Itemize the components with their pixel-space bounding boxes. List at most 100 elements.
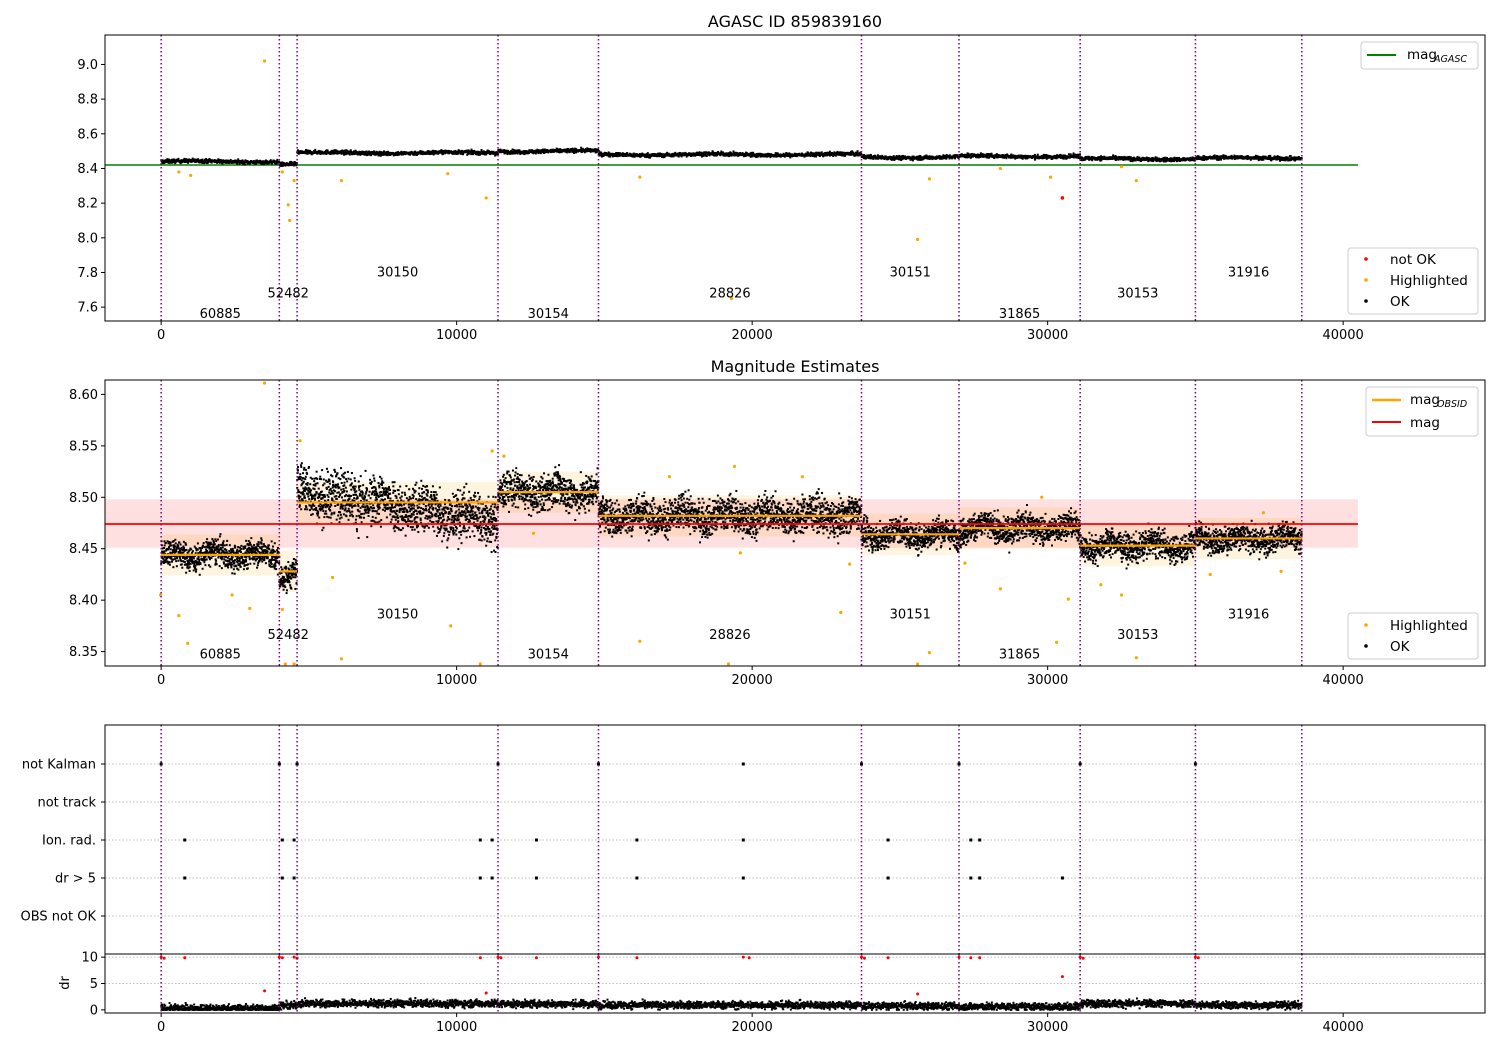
ok-point xyxy=(234,545,237,548)
ok-point xyxy=(171,560,174,563)
ok-point xyxy=(245,560,248,563)
ok-point xyxy=(204,564,207,567)
x-tick-label: 40000 xyxy=(1322,328,1363,343)
ok-point xyxy=(245,539,248,542)
ok-point xyxy=(212,541,215,544)
ok-point xyxy=(181,548,184,551)
panel1-title: AGASC ID 859839160 xyxy=(708,12,882,31)
ok-point xyxy=(333,149,336,152)
ok-point xyxy=(232,568,235,571)
ok-point xyxy=(240,544,243,547)
ok-point xyxy=(188,566,191,569)
highlighted-point xyxy=(484,196,488,200)
ok-point xyxy=(194,564,197,567)
ok-point xyxy=(226,539,229,542)
ok-point xyxy=(820,151,823,154)
ok-point xyxy=(221,546,224,549)
ok-point xyxy=(1036,153,1039,156)
ok-point xyxy=(496,153,499,156)
ok-point xyxy=(164,561,167,564)
ok-point xyxy=(233,559,236,562)
ok-point xyxy=(174,542,177,545)
highlighted-point xyxy=(262,59,267,63)
ok-point xyxy=(244,547,247,550)
ok-point xyxy=(217,543,220,546)
ok-point xyxy=(199,563,202,566)
highlighted-point xyxy=(1119,165,1124,169)
ok-point xyxy=(240,547,243,550)
ok-point xyxy=(180,560,183,563)
highlighted-point xyxy=(339,179,344,183)
obsid-label: 30151 xyxy=(890,265,931,280)
ok-point xyxy=(211,548,214,551)
ok-point xyxy=(203,561,206,564)
ok-point xyxy=(210,543,213,546)
ok-point xyxy=(237,568,240,571)
ok-point xyxy=(220,567,223,570)
highlighted-point xyxy=(177,170,181,174)
ok-point xyxy=(626,152,629,155)
ok-point xyxy=(222,540,225,543)
y-tick-label: 8.4 xyxy=(77,162,98,177)
ok-point xyxy=(216,538,219,541)
ok-point xyxy=(176,543,179,546)
ok-point xyxy=(326,149,329,152)
ok-point xyxy=(188,559,191,562)
ok-point xyxy=(183,546,186,549)
ok-point xyxy=(167,548,170,551)
ok-point xyxy=(869,153,872,156)
panel2-title: Magnitude Estimates xyxy=(711,357,880,376)
obsid-label: 30153 xyxy=(1117,286,1158,301)
ok-point xyxy=(233,561,236,564)
ok-point xyxy=(242,568,245,571)
ok-point xyxy=(235,565,238,568)
ok-point xyxy=(828,150,831,153)
ok-point xyxy=(215,559,218,562)
x-tick-label: 0 xyxy=(157,328,165,343)
ok-point xyxy=(990,152,993,155)
ok-point xyxy=(203,546,206,549)
ok-point xyxy=(178,541,181,544)
ok-point xyxy=(196,542,199,545)
ok-point xyxy=(247,563,250,566)
p1-legend-bottom: not OKHighlightedOK xyxy=(1347,247,1479,315)
ok-point xyxy=(225,555,228,558)
ok-point xyxy=(210,556,213,559)
ok-point xyxy=(349,149,352,152)
ok-point xyxy=(1300,157,1303,160)
ok-point xyxy=(246,567,249,570)
highlighted-point xyxy=(998,166,1002,171)
y-tick-label: 7.6 xyxy=(77,301,98,316)
ok-point xyxy=(1034,158,1037,161)
y-tick-label: 8.6 xyxy=(77,127,98,142)
obsid-label: 30154 xyxy=(528,307,569,322)
ok-point xyxy=(205,558,208,561)
ok-point xyxy=(646,152,649,155)
obsid-label: 52482 xyxy=(268,286,309,301)
y-tick-label: 9.0 xyxy=(77,58,98,73)
ok-point xyxy=(705,154,708,157)
ok-point xyxy=(166,540,169,543)
ok-point xyxy=(185,548,188,551)
not-ok-point xyxy=(1060,196,1065,200)
ok-point xyxy=(190,548,193,551)
ok-point xyxy=(230,561,233,564)
ok-point xyxy=(183,560,186,563)
ok-point xyxy=(190,558,193,561)
y-tick-label: 8.8 xyxy=(77,93,98,108)
ok-point xyxy=(217,556,220,559)
y-tick-label: 8.0 xyxy=(77,231,98,246)
ok-point xyxy=(199,547,202,550)
ok-point xyxy=(242,163,245,166)
ok-point xyxy=(523,153,526,156)
ok-point xyxy=(177,559,180,562)
obsid-label: 31865 xyxy=(999,307,1040,322)
ok-point xyxy=(243,163,246,166)
ok-point xyxy=(1289,154,1292,157)
ok-point xyxy=(201,567,204,570)
ok-point xyxy=(218,565,221,568)
ok-point xyxy=(1069,153,1072,156)
ok-point xyxy=(250,537,253,540)
ok-point xyxy=(213,543,216,546)
ok-point xyxy=(1269,154,1272,157)
